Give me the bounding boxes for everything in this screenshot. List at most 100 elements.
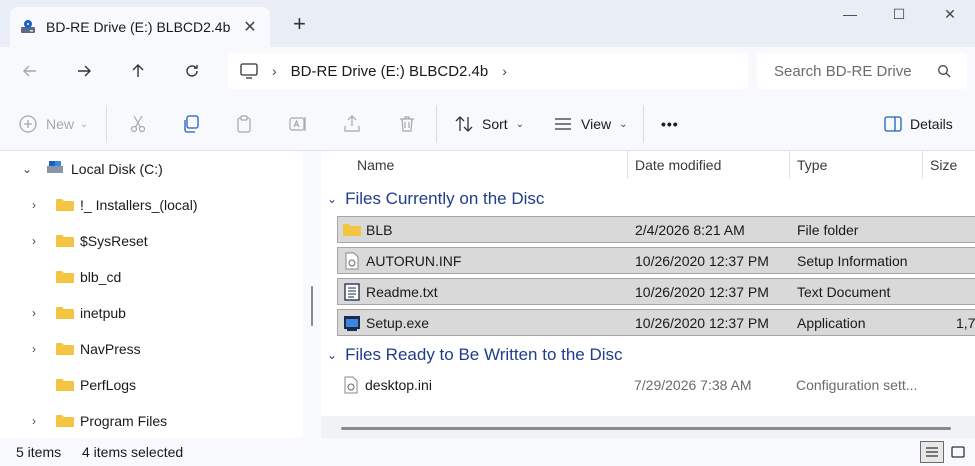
rename-button[interactable] — [288, 111, 308, 137]
item-count: 5 items — [16, 444, 62, 460]
column-header-name[interactable]: Name — [357, 151, 394, 179]
file-name: Readme.txt — [366, 284, 438, 300]
nav-item-label: $SysReset — [80, 233, 148, 249]
breadcrumb-chevron-icon[interactable]: › — [502, 63, 507, 79]
nav-item-program-files[interactable]: › Program Files — [0, 403, 303, 439]
chevron-right-icon[interactable]: › — [32, 306, 36, 320]
chevron-right-icon[interactable]: › — [32, 414, 36, 428]
paste-button[interactable] — [234, 111, 254, 137]
nav-item-sysreset[interactable]: › $SysReset — [0, 223, 303, 259]
share-icon — [344, 115, 360, 132]
delete-button[interactable] — [397, 111, 417, 137]
command-bar: New ⌄ Sort ⌄ View ⌄ ••• Details — [0, 97, 975, 151]
refresh-icon — [186, 65, 198, 77]
nav-item-blb-cd[interactable]: blb_cd — [0, 259, 303, 295]
close-tab-icon[interactable]: ✕ — [240, 17, 260, 37]
file-row-autorun[interactable]: AUTORUN.INF 10/26/2020 12:37 PM Setup In… — [337, 247, 975, 274]
search-box[interactable]: Search BD-RE Drive — [757, 53, 967, 89]
column-divider[interactable] — [789, 151, 790, 179]
refresh-button[interactable] — [178, 57, 206, 85]
selection-count: 4 items selected — [82, 444, 184, 460]
file-row-blb[interactable]: BLB 2/4/2026 8:21 AM File folder — [337, 216, 975, 243]
column-header-size[interactable]: Size — [930, 151, 957, 179]
horizontal-scrollbar[interactable] — [341, 427, 951, 430]
nav-item-navpress[interactable]: › NavPress — [0, 331, 303, 367]
folder-icon — [56, 307, 74, 319]
up-button[interactable] — [124, 57, 152, 85]
nav-item-label: blb_cd — [80, 269, 122, 285]
text-file-icon — [344, 283, 360, 301]
list-view-icon — [926, 447, 938, 457]
chevron-down-icon[interactable]: ⌄ — [22, 162, 32, 176]
chevron-right-icon[interactable]: › — [32, 234, 36, 248]
nav-item-inetpub[interactable]: › inetpub — [0, 295, 303, 331]
maximize-button[interactable]: ☐ — [887, 6, 911, 26]
tiles-view-button[interactable] — [946, 441, 970, 463]
file-type: Configuration sett... — [796, 377, 918, 393]
folder-icon — [56, 343, 74, 355]
group-title: Files Currently on the Disc — [345, 189, 545, 208]
column-divider[interactable] — [922, 151, 923, 179]
scrollbar-track — [321, 416, 975, 438]
copy-button[interactable] — [181, 111, 201, 137]
sort-label: Sort — [482, 116, 508, 132]
chevron-down-icon: ⌄ — [515, 118, 525, 130]
file-name: BLB — [366, 222, 393, 238]
address-bar[interactable]: › BD-RE Drive (E:) BLBCD2.4b › — [228, 53, 748, 89]
column-divider[interactable] — [627, 151, 628, 179]
sort-icon — [455, 116, 473, 132]
nav-item-installers[interactable]: › !_ Installers_(local) — [0, 187, 303, 223]
splitter-grip[interactable] — [311, 286, 313, 326]
close-window-button[interactable]: ✕ — [938, 6, 962, 26]
search-placeholder: Search BD-RE Drive — [774, 62, 912, 80]
drive-icon — [47, 161, 63, 173]
new-button[interactable]: New ⌄ — [18, 111, 88, 137]
nav-item-label: !_ Installers_(local) — [80, 197, 198, 213]
more-options-button[interactable]: ••• — [661, 111, 679, 137]
trash-icon — [400, 116, 414, 132]
chevron-down-icon: ⌄ — [619, 118, 628, 130]
file-type: Text Document — [797, 284, 891, 300]
group-header-ready[interactable]: ⌄ Files Ready to Be Written to the Disc — [327, 345, 623, 365]
sort-button[interactable]: Sort ⌄ — [454, 111, 524, 137]
column-header-date[interactable]: Date modified — [635, 151, 721, 179]
nav-item-local-disk[interactable]: ⌄ Local Disk (C:) — [0, 151, 303, 187]
file-size: 1,79 — [956, 315, 975, 331]
minimize-button[interactable]: — — [838, 6, 862, 26]
view-label: View — [581, 116, 612, 132]
pane-splitter[interactable] — [303, 151, 321, 438]
tab-bd-re-drive[interactable]: BD-RE Drive (E:) BLBCD2.4b ✕ — [10, 7, 270, 47]
chevron-down-icon[interactable]: ⌄ — [327, 348, 337, 362]
cut-button[interactable] — [128, 111, 148, 137]
share-button[interactable] — [342, 111, 362, 137]
file-type: Setup Information — [797, 253, 908, 269]
group-title: Files Ready to Be Written to the Disc — [345, 345, 623, 364]
details-view-button[interactable] — [920, 441, 944, 463]
chevron-down-icon[interactable]: ⌄ — [327, 192, 337, 206]
file-row-setup[interactable]: Setup.exe 10/26/2020 12:37 PM Applicatio… — [337, 309, 975, 336]
folder-icon — [56, 379, 74, 391]
details-pane-button[interactable]: Details — [884, 111, 953, 137]
breadcrumb-segment[interactable]: BD-RE Drive (E:) BLBCD2.4b — [291, 63, 489, 80]
forward-button[interactable] — [70, 57, 98, 85]
nav-item-label: PerfLogs — [80, 377, 137, 393]
file-row-desktop-ini[interactable]: desktop.ini 7/29/2026 7:38 AM Configurat… — [337, 372, 975, 399]
chevron-right-icon[interactable]: › — [32, 342, 36, 356]
column-header-type[interactable]: Type — [797, 151, 827, 179]
nav-item-perflogs[interactable]: PerfLogs — [0, 367, 303, 403]
optical-drive-icon — [21, 20, 35, 33]
file-type: File folder — [797, 222, 859, 238]
plus-circle-icon — [19, 115, 37, 133]
back-button[interactable] — [16, 57, 44, 85]
settings-file-icon — [345, 252, 359, 270]
file-row-readme[interactable]: Readme.txt 10/26/2020 12:37 PM Text Docu… — [337, 278, 975, 305]
new-tab-button[interactable]: + — [293, 13, 306, 35]
back-arrow-icon — [23, 65, 36, 77]
folder-icon — [56, 235, 74, 247]
group-header-on-disc[interactable]: ⌄ Files Currently on the Disc — [327, 189, 544, 209]
view-button[interactable]: View ⌄ — [553, 111, 627, 137]
chevron-right-icon[interactable]: › — [32, 198, 36, 212]
computer-icon — [240, 63, 258, 79]
breadcrumb-chevron-icon[interactable]: › — [272, 63, 277, 79]
title-bar: BD-RE Drive (E:) BLBCD2.4b ✕ + — ☐ ✕ — [0, 0, 975, 47]
